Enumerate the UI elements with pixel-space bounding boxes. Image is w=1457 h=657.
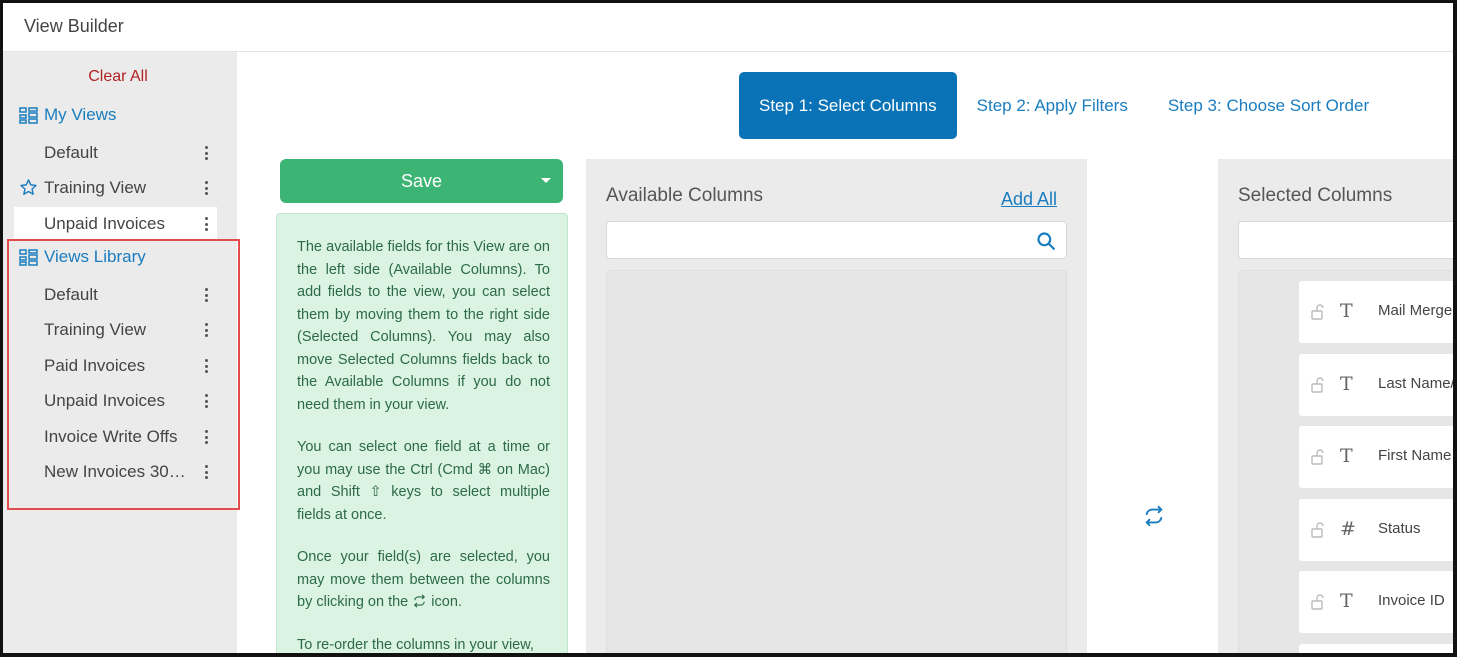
step-tabs: Step 1: Select Columns Step 2: Apply Fil… [739, 72, 1389, 139]
unlock-icon[interactable] [1311, 377, 1325, 393]
unlock-icon[interactable] [1311, 594, 1325, 610]
selected-column-item[interactable]: T First Name [1299, 426, 1453, 488]
views-grid-icon [19, 106, 38, 124]
selected-column-item[interactable] [1299, 644, 1453, 653]
selected-column-item[interactable]: T Invoice ID [1299, 571, 1453, 633]
number-type-icon: # [1340, 518, 1356, 540]
available-columns-panel: Available Columns Add All [586, 159, 1087, 653]
tab-select-columns[interactable]: Step 1: Select Columns [739, 72, 957, 139]
help-panel: The available fields for this View are o… [276, 213, 568, 653]
my-views-item-training-view[interactable]: Training View [14, 171, 217, 205]
available-columns-list[interactable] [606, 270, 1067, 653]
chevron-down-icon[interactable] [541, 178, 551, 183]
unlock-icon[interactable] [1311, 449, 1325, 465]
star-icon[interactable] [19, 178, 38, 197]
selected-columns-list[interactable]: T Mail Merge T Last Name/Company T First… [1238, 270, 1455, 653]
window-title: View Builder [24, 16, 124, 36]
selected-column-item[interactable]: # Status [1299, 499, 1453, 561]
sidebar-item-label: Default [44, 143, 98, 162]
unlock-icon[interactable] [1311, 522, 1325, 538]
sidebar-item-label: Training View [44, 178, 147, 197]
help-text: icon. [431, 594, 462, 610]
more-options-icon[interactable] [201, 144, 211, 162]
help-paragraph: To re-order the columns in your view, [297, 636, 534, 653]
column-name: Last Name/Company [1378, 375, 1455, 392]
text-type-icon: T [1340, 590, 1353, 612]
tab-choose-sort-order[interactable]: Step 3: Choose Sort Order [1148, 72, 1389, 139]
available-search [606, 221, 1067, 259]
column-name: Invoice ID [1378, 592, 1445, 609]
swap-icon [414, 594, 426, 608]
column-name: Mail Merge [1378, 302, 1453, 319]
text-type-icon: T [1340, 373, 1353, 395]
text-type-icon: T [1340, 445, 1353, 467]
column-name: First Name [1378, 447, 1452, 464]
available-columns-title: Available Columns [606, 185, 764, 206]
more-options-icon[interactable] [201, 215, 211, 233]
my-views-item-unpaid-invoices[interactable]: Unpaid Invoices [14, 207, 217, 241]
my-views-header[interactable]: My Views [19, 105, 116, 125]
title-bar: View Builder [3, 3, 1453, 52]
help-paragraph: You can select one field at a time or yo… [297, 439, 550, 523]
selected-columns-panel: Selected Columns T Mail Merge T Last Nam… [1218, 159, 1455, 653]
search-icon[interactable] [1036, 231, 1056, 251]
selected-column-item[interactable]: T Mail Merge [1299, 281, 1453, 343]
sidebar: Clear All My Views Default Training View… [3, 52, 240, 653]
my-views-label: My Views [44, 105, 117, 124]
views-library-highlight [7, 239, 240, 510]
add-all-link[interactable]: Add All [1001, 189, 1057, 210]
selected-search [1238, 221, 1453, 259]
swap-columns-icon[interactable] [1143, 505, 1165, 527]
sidebar-item-label: Unpaid Invoices [44, 214, 165, 233]
clear-all-link[interactable]: Clear All [3, 68, 233, 86]
selected-columns-title: Selected Columns [1238, 185, 1393, 206]
more-options-icon[interactable] [201, 179, 211, 197]
my-views-item-default[interactable]: Default [14, 136, 217, 170]
unlock-icon[interactable] [1311, 304, 1325, 320]
tab-apply-filters[interactable]: Step 2: Apply Filters [957, 72, 1148, 139]
view-builder-window: View Builder Clear All My Views Default … [0, 0, 1457, 657]
column-name: Status [1378, 520, 1421, 537]
help-paragraph: The available fields for this View are o… [297, 239, 550, 413]
selected-search-input[interactable] [1239, 222, 1453, 258]
save-button-label: Save [400, 170, 443, 191]
help-paragraph: Once your field(s) are selected, you may… [297, 546, 550, 614]
text-type-icon: T [1340, 300, 1353, 322]
available-search-input[interactable] [607, 222, 1066, 258]
selected-column-item[interactable]: T Last Name/Company [1299, 354, 1455, 416]
save-button[interactable]: Save [280, 159, 563, 203]
